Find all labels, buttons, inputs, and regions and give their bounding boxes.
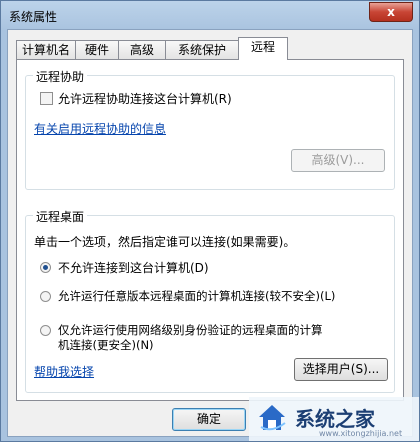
tab-system-protection[interactable]: 系统保护 (165, 40, 239, 59)
watermark-text: 系统之家 (295, 407, 375, 431)
window-title: 系统属性 (9, 10, 58, 24)
remote-assistance-advanced-button[interactable]: 高级(V)... (291, 149, 385, 172)
radio-nla-only[interactable] (40, 325, 51, 336)
tab-hardware[interactable]: 硬件 (75, 40, 119, 59)
allow-remote-assistance-label[interactable]: 允许远程协助连接这台计算机(R) (58, 90, 232, 107)
dialog-body: 计算机名 硬件 高级 系统保护 远程 远程协助 允许远程协助连接这台计算机(R)… (7, 29, 413, 437)
select-users-button[interactable]: 选择用户(S)... (294, 358, 388, 381)
ok-button[interactable]: 确定 (172, 408, 246, 431)
tab-remote[interactable]: 远程 (238, 37, 288, 60)
remote-desktop-title: 远程桌面 (33, 208, 88, 225)
radio-any-version[interactable] (40, 291, 51, 302)
remote-assistance-title: 远程协助 (33, 68, 88, 85)
remote-assistance-info-link[interactable]: 有关启用远程协助的信息 (34, 120, 166, 137)
radio-nla-only-label-line1[interactable]: 仅允许运行使用网络级别身份验证的远程桌面的计算 (58, 322, 323, 338)
radio-nla-only-label-line2[interactable]: 机连接(更安全)(N) (58, 337, 154, 353)
radio-any-version-label[interactable]: 允许运行任意版本远程桌面的计算机连接(较不安全)(L) (58, 288, 335, 304)
radio-no-connections-label[interactable]: 不允许连接到这台计算机(D) (58, 259, 209, 276)
help-me-choose-link[interactable]: 帮助我选择 (34, 363, 94, 380)
allow-remote-assistance-checkbox[interactable] (40, 92, 53, 105)
house-logo-icon (259, 405, 286, 431)
radio-no-connections[interactable] (40, 262, 51, 273)
remote-assistance-group: 远程协助 允许远程协助连接这台计算机(R) 有关启用远程协助的信息 高级(V).… (25, 68, 395, 190)
remote-desktop-group: 远程桌面 单击一个选项，然后指定谁可以连接(如果需要)。 不允许连接到这台计算机… (25, 208, 395, 393)
close-button[interactable]: x (369, 2, 413, 22)
system-properties-window: 系统属性 x 计算机名 硬件 高级 系统保护 远程 远程协助 允许远程协助连接这… (0, 0, 420, 442)
remote-tab-panel: 远程协助 允许远程协助连接这台计算机(R) 有关启用远程协助的信息 高级(V).… (16, 59, 404, 401)
watermark-url: www.xitongzhijia.net (319, 429, 403, 438)
title-bar[interactable]: 系统属性 x (1, 1, 419, 29)
tab-computer-name[interactable]: 计算机名 (16, 40, 76, 59)
tab-advanced[interactable]: 高级 (118, 40, 166, 59)
remote-desktop-instruction: 单击一个选项，然后指定谁可以连接(如果需要)。 (34, 235, 296, 249)
site-watermark: 系统之家 www.xitongzhijia.net (249, 397, 419, 441)
